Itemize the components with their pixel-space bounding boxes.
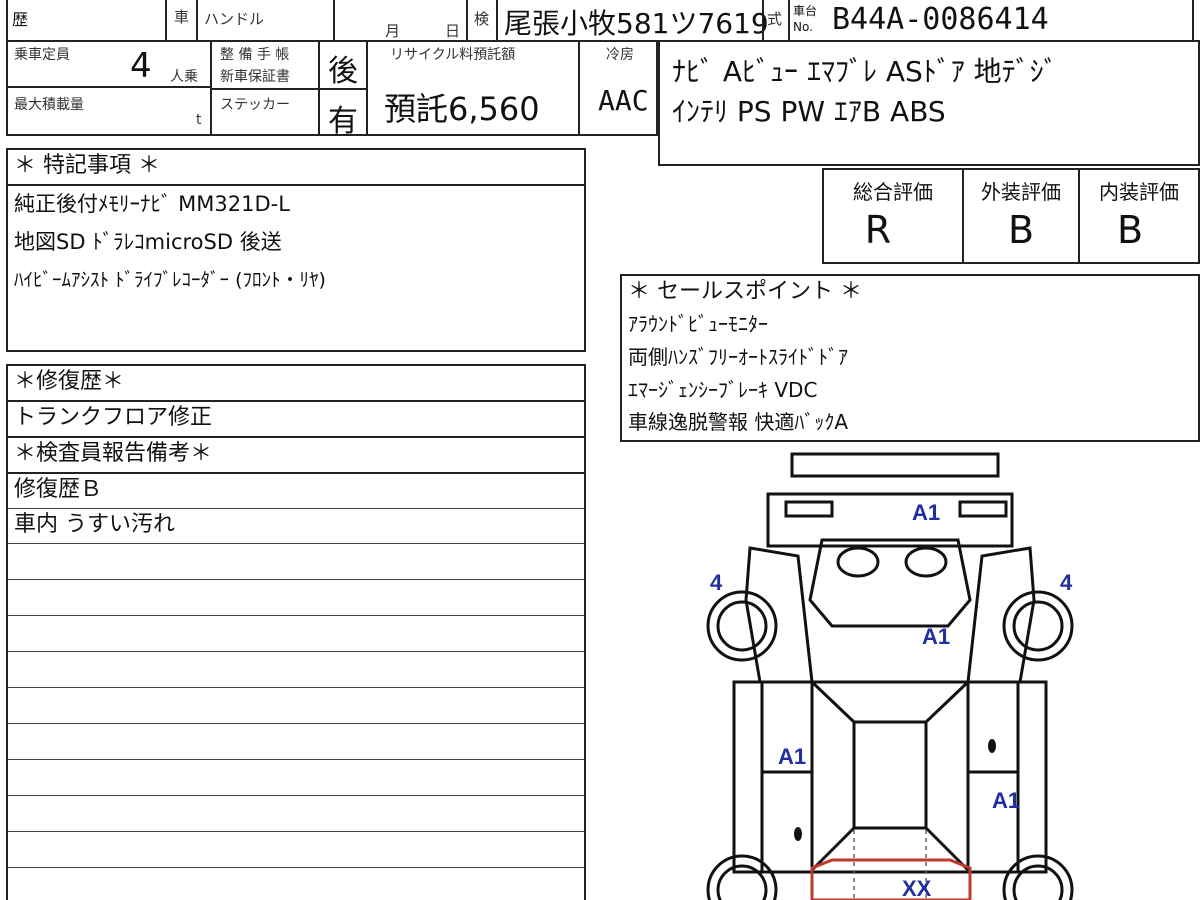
roof-outline: [810, 680, 970, 724]
day-label: 日: [445, 22, 461, 40]
recycle-value: 預託6,560: [384, 90, 540, 128]
repair-history-title: ＊修復歴＊: [8, 366, 584, 402]
headlight-left: [836, 546, 880, 578]
sales-point-line: 車線逸脱警報 快適ﾊﾞｯｸA: [628, 410, 849, 434]
front-bumper: [790, 452, 1000, 478]
equipment-line-1: ﾅﾋﾞ Aﾋﾞｭｰ ｴﾏﾌﾞﾚ ASﾄﾞｱ 地ﾃﾞｼﾞ: [672, 55, 1058, 88]
divider: [762, 0, 764, 42]
inspector-note-line: 車内 うすい汚れ: [8, 509, 584, 544]
aircon-label: 冷房: [606, 47, 634, 63]
damage-mark: 4: [710, 570, 723, 595]
no-label: No.: [793, 20, 813, 34]
damage-mark: A1: [922, 624, 950, 649]
special-note-line: 純正後付ﾒﾓﾘｰﾅﾋﾞ MM321D-L: [14, 192, 290, 216]
equipment-line-2: ｲﾝﾃﾘ PS PW ｴｱB ABS: [672, 95, 946, 128]
special-note-line: 地図SD ﾄﾞﾗﾚｺmicroSD 後送: [14, 230, 282, 254]
headlight-right: [904, 546, 948, 578]
sales-points-box: ＊ セールスポイント ＊ ｱﾗｳﾝﾄﾞﾋﾞｭｰﾓﾆﾀｰ 両側ﾊﾝｽﾞﾌﾘｰｵｰﾄ…: [620, 274, 1200, 442]
repair-history-box: ＊修復歴＊ トランクフロア修正 ＊検査員報告備考＊ 修復歴Ｂ 車内 うすい汚れ: [6, 364, 586, 900]
month-label: 月: [385, 22, 401, 40]
capacity-value: 4: [130, 46, 152, 86]
damage-mark: A1: [992, 788, 1020, 813]
special-notes-box: ＊ 特記事項 ＊ 純正後付ﾒﾓﾘｰﾅﾋﾞ MM321D-L 地図SD ﾄﾞﾗﾚｺ…: [6, 148, 586, 352]
blank-row: [8, 616, 584, 652]
blank-row: [8, 796, 584, 832]
grille-left: [784, 500, 834, 518]
sha-label: 車: [174, 8, 190, 26]
warranty-label: 新車保証書: [220, 69, 290, 85]
door-handle-right: [988, 739, 996, 753]
front-fender-right: [966, 546, 1036, 684]
divider: [165, 0, 167, 42]
inspector-notes-title: ＊検査員報告備考＊: [8, 438, 584, 474]
divider: [366, 40, 368, 136]
divider: [496, 0, 498, 42]
blank-row: [8, 724, 584, 760]
ken-label: 検: [474, 10, 490, 28]
overall-eval-value: R: [864, 208, 892, 252]
exterior-eval-value: B: [1007, 208, 1035, 252]
damage-mark: A1: [778, 744, 806, 769]
divider: [196, 0, 198, 42]
damage-mark: 4: [1060, 570, 1073, 595]
blank-row: [8, 832, 584, 868]
recycle-label: リサイクル料預託額: [390, 47, 516, 63]
damage-mark: A1: [912, 500, 940, 525]
maxload-label: 最大積載量: [14, 97, 84, 113]
sales-points-title: ＊ セールスポイント ＊: [628, 279, 862, 304]
blank-row: [8, 688, 584, 724]
blank-row: [8, 652, 584, 688]
car-damage-diagram: A1 4 4 A1 A1 A1 XX: [706, 452, 1074, 900]
aircon-value: AAC: [598, 84, 649, 117]
roof-panel: [852, 720, 928, 830]
special-notes-title: ＊ 特記事項 ＊: [8, 150, 584, 186]
handle-label: ハンドル: [204, 10, 265, 28]
grille-right: [958, 500, 1008, 518]
divider: [318, 40, 320, 136]
divider: [6, 86, 210, 88]
body-outline: [732, 680, 1048, 874]
blank-row: [8, 544, 584, 580]
interior-eval-label: 内装評価: [1099, 180, 1179, 204]
reki-label: 歴: [12, 10, 29, 29]
sales-point-line: ｴﾏｰｼﾞｪﾝｼｰﾌﾞﾚｰｷ VDC: [628, 378, 818, 402]
sales-point-line: 両側ﾊﾝｽﾞﾌﾘｰｵｰﾄｽﾗｲﾄﾞﾄﾞｱ: [628, 345, 848, 369]
sticker-value: 有: [328, 104, 358, 139]
capacity-label: 乗車定員: [14, 47, 70, 63]
interior-eval-value: B: [1116, 208, 1144, 252]
special-note-line: ﾊｲﾋﾞｰﾑｱｼｽﾄ ﾄﾞﾗｲﾌﾞﾚｺｰﾀﾞｰ (ﾌﾛﾝﾄ・ﾘﾔ): [14, 269, 326, 291]
sales-point-line: ｱﾗｳﾝﾄﾞﾋﾞｭｰﾓﾆﾀｰ: [628, 312, 768, 336]
maxload-unit: t: [196, 112, 202, 128]
repair-zone: [810, 858, 972, 900]
overall-eval-label: 総合評価: [853, 180, 933, 204]
chassis-number: B44A-0086414: [832, 2, 1049, 37]
maintenance-value: 後: [328, 54, 358, 89]
maintenance-label: 整 備 手 帳: [220, 47, 290, 63]
windshield: [808, 538, 972, 628]
repair-history-value: トランクフロア修正: [8, 402, 584, 438]
damage-mark: XX: [902, 876, 932, 900]
divider: [578, 40, 580, 136]
divider: [333, 0, 335, 42]
chassis-label: 車台: [793, 4, 818, 18]
blank-row: [8, 580, 584, 616]
divider: [788, 0, 790, 42]
inspector-note-line: 修復歴Ｂ: [8, 474, 584, 509]
sticker-label: ステッカー: [220, 97, 290, 113]
door-handle-left: [794, 827, 802, 841]
blank-row: [8, 868, 584, 900]
shiki-label: 式: [767, 10, 783, 28]
blank-row: [8, 760, 584, 796]
front-fender-left: [744, 546, 814, 684]
divider: [466, 0, 468, 42]
plate-number: 尾張小牧581ツ7619: [504, 7, 769, 40]
capacity-unit: 人乗: [170, 69, 198, 85]
exterior-eval-label: 外装評価: [981, 180, 1061, 204]
